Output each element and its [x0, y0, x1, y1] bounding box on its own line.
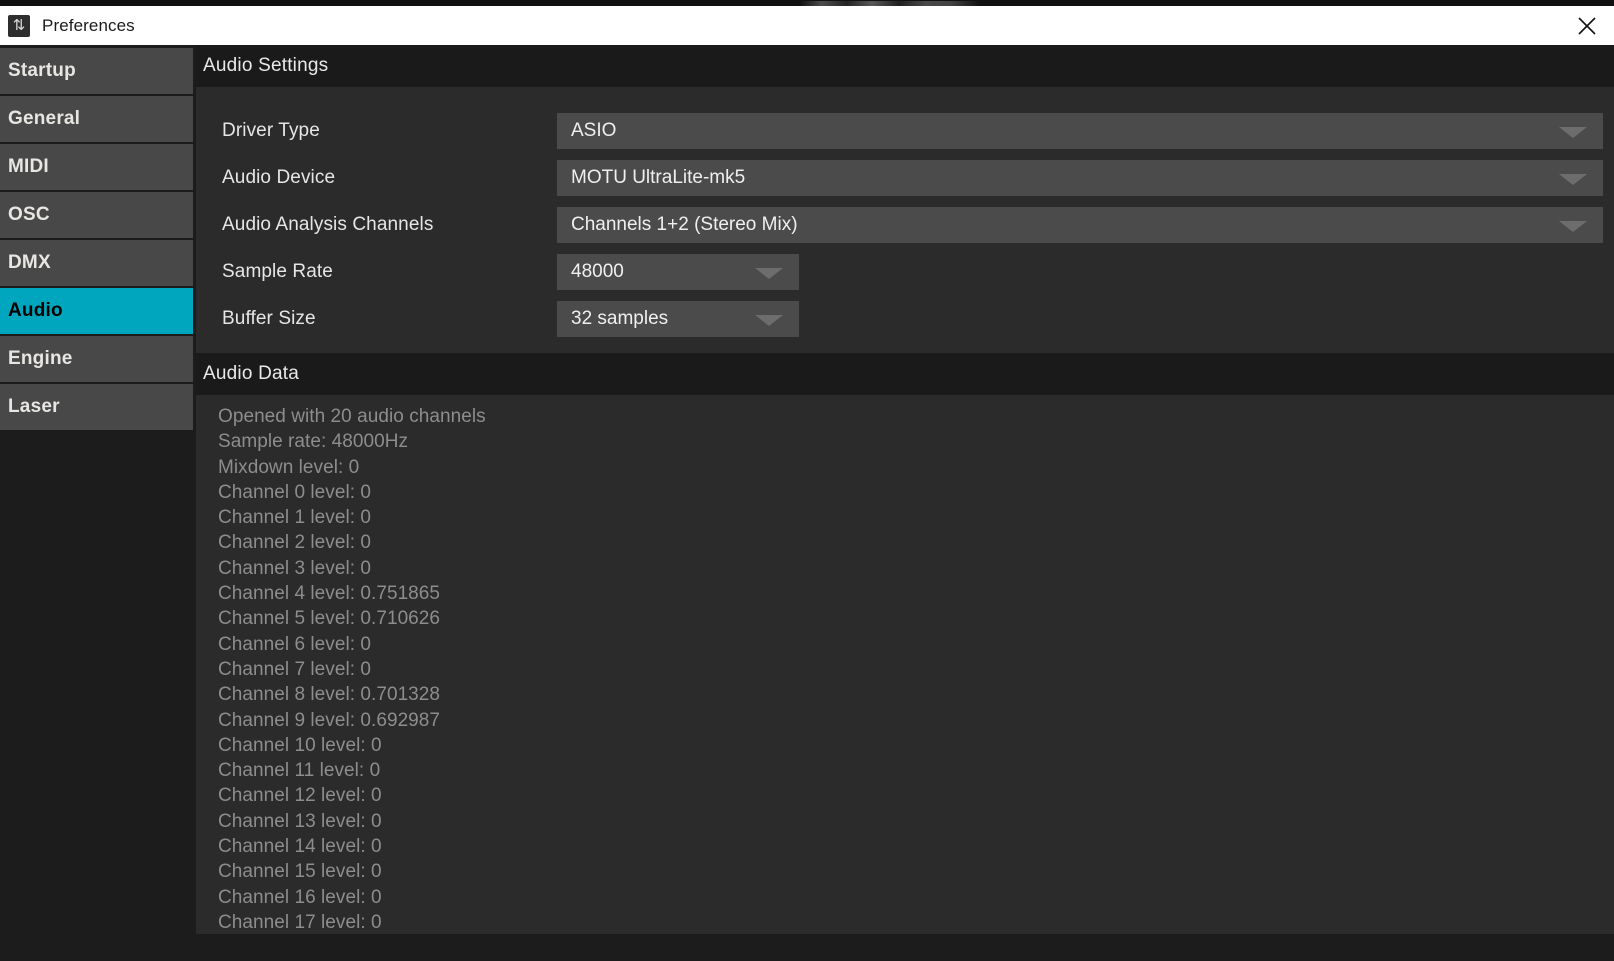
sidebar-item-laser[interactable]: Laser — [0, 384, 193, 432]
sidebar-item-general[interactable]: General — [0, 96, 193, 144]
log-line: Channel 17 level: 0 — [218, 911, 382, 933]
audio-analysis-channels-value: Channels 1+2 (Stereo Mix) — [571, 213, 798, 235]
log-line: Channel 8 level: 0.701328 — [218, 684, 441, 706]
audio-analysis-channels-dropdown[interactable]: Channels 1+2 (Stereo Mix) — [557, 206, 1603, 243]
form-row-audio-analysis-channels: Audio Analysis Channels Channels 1+2 (St… — [196, 201, 1614, 248]
sample-rate-label: Sample Rate — [222, 260, 333, 282]
sidebar-item-label: Engine — [8, 348, 73, 369]
sidebar-item-label: OSC — [8, 204, 50, 225]
log-line: Channel 11 level: 0 — [218, 760, 381, 782]
driver-type-dropdown[interactable]: ASIO — [557, 112, 1603, 149]
log-line: Channel 5 level: 0.710626 — [218, 608, 441, 630]
form-row-driver-type: Driver Type ASIO — [196, 107, 1614, 154]
sidebar-item-osc[interactable]: OSC — [0, 192, 193, 240]
log-line: Channel 0 level: 0 — [218, 481, 372, 503]
close-icon[interactable] — [1560, 6, 1614, 45]
sidebar-item-label: Audio — [8, 300, 63, 321]
log-line: Channel 2 level: 0 — [218, 532, 372, 554]
log-line: Channel 7 level: 0 — [218, 658, 372, 680]
audio-device-value: MOTU UltraLite-mk5 — [571, 166, 746, 188]
audio-settings-panel: Driver Type ASIO Audio Device MOTU Ultra… — [196, 87, 1614, 353]
audio-settings-header: Audio Settings — [196, 45, 1614, 87]
buffer-size-value: 32 samples — [571, 307, 669, 329]
log-line: Channel 1 level: 0 — [218, 507, 372, 529]
buffer-size-dropdown[interactable]: 32 samples — [557, 300, 799, 337]
sidebar-item-engine[interactable]: Engine — [0, 336, 193, 384]
log-line: Channel 12 level: 0 — [218, 785, 382, 807]
log-line: Channel 3 level: 0 — [218, 557, 372, 579]
log-line: Opened with 20 audio channels — [218, 406, 486, 427]
sample-rate-value: 48000 — [571, 260, 624, 282]
audio-device-label: Audio Device — [222, 166, 336, 188]
chevron-down-icon — [1559, 173, 1587, 185]
sidebar-item-startup[interactable]: Startup — [0, 48, 193, 96]
form-row-buffer-size: Buffer Size 32 samples — [196, 295, 1614, 342]
log-line: Sample rate: 48000Hz — [218, 431, 409, 453]
sidebar-item-label: Startup — [8, 60, 76, 81]
window-titlebar: ⇅ Preferences — [0, 6, 1614, 45]
audio-device-dropdown[interactable]: MOTU UltraLite-mk5 — [557, 159, 1603, 196]
chevron-down-icon — [1559, 220, 1587, 232]
preferences-window: ⇅ Preferences Startup General MIDI OSC D… — [0, 0, 1614, 961]
sidebar-item-dmx[interactable]: DMX — [0, 240, 193, 288]
audio-settings-title: Audio Settings — [203, 55, 329, 76]
sidebar-item-label: MIDI — [8, 156, 49, 177]
log-line: Channel 14 level: 0 — [218, 836, 382, 858]
log-line: Channel 13 level: 0 — [218, 810, 382, 832]
sidebar-item-label: DMX — [8, 252, 51, 273]
audio-data-header: Audio Data — [196, 353, 1614, 395]
buffer-size-label: Buffer Size — [222, 307, 316, 329]
preferences-sidebar: Startup General MIDI OSC DMX Audio Engin… — [0, 48, 193, 961]
chevron-down-icon — [755, 314, 783, 326]
driver-type-label: Driver Type — [222, 119, 320, 141]
audio-data-title: Audio Data — [203, 363, 300, 384]
log-line: Channel 6 level: 0 — [218, 633, 372, 655]
sample-rate-dropdown[interactable]: 48000 — [557, 253, 799, 290]
app-logo-glyph: ⇅ — [12, 16, 26, 34]
form-row-sample-rate: Sample Rate 48000 — [196, 248, 1614, 295]
log-line: Channel 10 level: 0 — [218, 734, 382, 756]
preferences-content: Audio Settings Driver Type ASIO Audio De… — [196, 45, 1614, 961]
sidebar-item-label: Laser — [8, 396, 60, 417]
sidebar-item-label: General — [8, 108, 81, 129]
window-body: Startup General MIDI OSC DMX Audio Engin… — [0, 45, 1614, 961]
log-line: Channel 9 level: 0.692987 — [218, 709, 441, 731]
log-line: Channel 15 level: 0 — [218, 861, 382, 883]
window-bottom-edge — [0, 941, 1614, 961]
sidebar-item-audio[interactable]: Audio — [0, 288, 193, 336]
log-line: Mixdown level: 0 — [218, 456, 360, 478]
audio-data-log[interactable]: Opened with 20 audio channels Sample rat… — [196, 395, 1614, 934]
form-row-audio-device: Audio Device MOTU UltraLite-mk5 — [196, 154, 1614, 201]
app-logo-icon: ⇅ — [8, 14, 30, 37]
chevron-down-icon — [755, 267, 783, 279]
log-line: Channel 16 level: 0 — [218, 886, 382, 908]
log-line: Channel 4 level: 0.751865 — [218, 583, 441, 605]
driver-type-value: ASIO — [571, 119, 617, 141]
window-title: Preferences — [42, 15, 135, 35]
sidebar-item-midi[interactable]: MIDI — [0, 144, 193, 192]
chevron-down-icon — [1559, 126, 1587, 138]
audio-analysis-channels-label: Audio Analysis Channels — [222, 213, 434, 235]
